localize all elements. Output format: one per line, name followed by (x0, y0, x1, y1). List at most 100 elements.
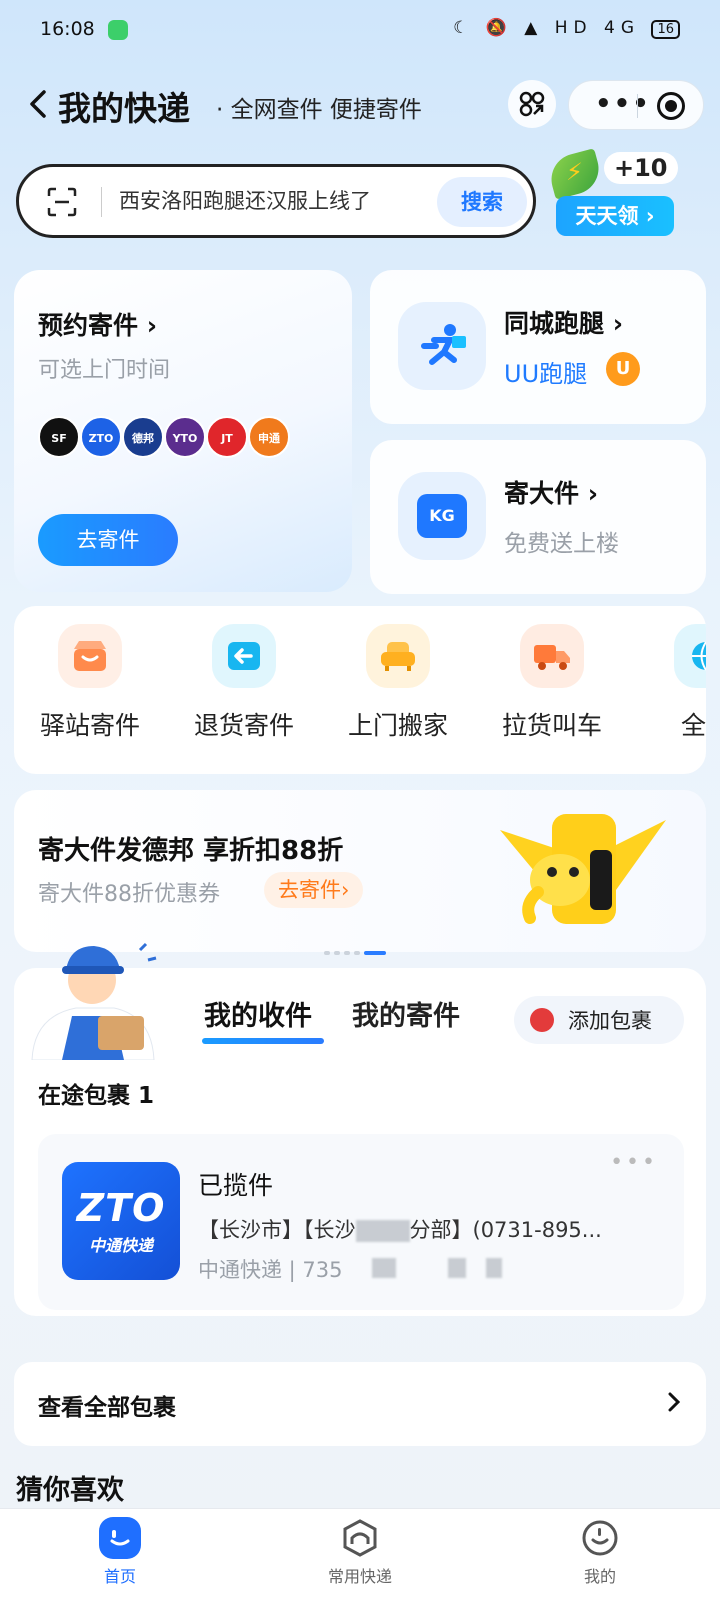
redacted-area (372, 1258, 396, 1278)
package-company: 中通快递 | 735 (198, 1258, 343, 1282)
battery-icon: 16 (651, 20, 680, 39)
book-pickup-card[interactable]: 预约寄件 › 可选上门时间 SF ZTO 德邦 YTO JT 申通 去寄件 (14, 270, 352, 592)
zto-logo-text: ZTO (76, 1186, 166, 1230)
redacted-area (355, 1220, 410, 1242)
bulky-item-card[interactable]: KG 寄大件 › 免费送上楼 (370, 440, 706, 594)
return-icon (212, 624, 276, 688)
search-divider (101, 187, 102, 217)
service-home-moving[interactable]: 上门搬家 (328, 624, 468, 742)
truck-icon (520, 624, 584, 688)
runner-icon (398, 302, 486, 390)
page-subtitle: · 全网查件 便捷寄件 (216, 97, 422, 123)
status-icons-text: ☾ 🔕 ▲ HD 4G (453, 18, 641, 38)
status-bar: 16:08 ☾ 🔕 ▲ HD 4G 16 (0, 0, 720, 64)
nav-label: 首页 (103, 1567, 136, 1586)
nav-frequent-couriers[interactable]: 常用快递 (300, 1517, 420, 1587)
package-item[interactable]: ZTO 中通快递 ••• 已揽件 【长沙市】【长沙 分部】(0731-895...… (38, 1134, 684, 1310)
courier-box-icon (339, 1517, 381, 1559)
daily-reward[interactable]: ⚡ +10 天天领 › (545, 148, 710, 244)
reward-points: +10 (604, 152, 678, 184)
nav-label: 常用快递 (327, 1567, 392, 1586)
back-icon[interactable] (22, 86, 58, 122)
search-button[interactable]: 搜索 (437, 177, 527, 227)
mascot-elephant-icon (500, 814, 666, 924)
globe-icon (674, 624, 706, 688)
carrier-logo-sf: SF (38, 416, 80, 458)
page-title: 我的快递 (58, 89, 190, 128)
bulky-item-subtitle: 免费送上楼 (504, 531, 619, 557)
daily-reward-button[interactable]: 天天领 › (556, 196, 674, 236)
zto-logo-subtext: 中通快递 (88, 1236, 153, 1255)
home-icon (99, 1517, 141, 1559)
nav-label: 我的 (583, 1567, 616, 1586)
recommend-title: 猜你喜欢 (16, 1475, 124, 1506)
status-time: 16:08 (40, 18, 95, 40)
sofa-icon (366, 624, 430, 688)
go-send-button[interactable]: 去寄件 (38, 514, 178, 566)
uu-errand-label: UU跑腿 (504, 360, 588, 388)
package-more-icon[interactable]: ••• (610, 1150, 658, 1175)
book-pickup-title: 预约寄件 › (38, 311, 158, 340)
weight-box-icon: KG (398, 472, 486, 560)
close-miniapp-icon[interactable] (657, 92, 685, 120)
search-bar[interactable]: 西安洛阳跑腿还汉服上线了 搜索 (16, 164, 536, 238)
carrier-logo-deppon: 德邦 (122, 416, 164, 458)
carrier-logo-yto: YTO (164, 416, 206, 458)
view-all-label: 查看全部包裹 (38, 1395, 176, 1421)
carrier-logo-sto: 申通 (248, 416, 290, 458)
nav-home[interactable]: 首页 (60, 1517, 180, 1587)
banner-send-button[interactable]: 去寄件› (264, 872, 364, 908)
scan-icon[interactable] (47, 187, 77, 217)
chat-notification-icon (108, 20, 128, 40)
courier-mascot-icon (31, 942, 157, 1060)
active-tab-indicator (202, 1038, 324, 1044)
lightning-icon: ⚡ (566, 158, 583, 186)
service-shortcuts: 驿站寄件 退货寄件 上门搬家 拉货叫车 全球 (14, 606, 706, 774)
service-label: 上门搬家 (347, 711, 448, 740)
banner-title: 寄大件发德邦 享折扣88折 (38, 836, 344, 866)
package-route: 【长沙市】【长沙 分部】(0731-895... (198, 1214, 668, 1244)
service-global-send[interactable]: 全球 (636, 624, 706, 742)
capsule-divider (637, 94, 638, 118)
store-icon (58, 624, 122, 688)
tab-my-sent[interactable]: 我的寄件 (352, 994, 460, 1033)
page-dot (334, 951, 340, 955)
status-icons: ☾ 🔕 ▲ HD 4G 16 (453, 18, 680, 39)
service-station-send[interactable]: 驿站寄件 (20, 624, 160, 742)
add-package-icon (530, 1008, 554, 1032)
scan-code-icon (519, 91, 545, 117)
page-dot (354, 951, 360, 955)
add-package-label: 添加包裹 (568, 1009, 652, 1033)
profile-icon (579, 1517, 621, 1559)
tab-my-received[interactable]: 我的收件 (204, 994, 312, 1033)
miniapp-capsule: ••• (568, 80, 704, 130)
chevron-right-icon (668, 1392, 681, 1412)
package-route-text: 【长沙市】【长沙 (198, 1218, 356, 1242)
banner-pagination (324, 940, 390, 955)
service-label: 驿站寄件 (39, 711, 140, 740)
book-pickup-subtitle: 可选上门时间 (38, 358, 171, 383)
uu-logo-icon: U (606, 352, 640, 386)
page-dot (344, 951, 350, 955)
kg-label: KG (417, 494, 467, 538)
nav-mine[interactable]: 我的 (540, 1517, 660, 1587)
package-route-tail: 分部】(0731-895... (409, 1218, 602, 1242)
add-package-button[interactable]: 添加包裹 (514, 996, 684, 1044)
scan-code-button[interactable] (508, 80, 556, 128)
city-errand-title: 同城跑腿 › (504, 309, 624, 338)
city-errand-card[interactable]: 同城跑腿 › UU跑腿 U (370, 270, 706, 424)
search-input[interactable]: 西安洛阳跑腿还汉服上线了 (119, 185, 371, 215)
view-all-packages[interactable]: 查看全部包裹 (14, 1362, 706, 1446)
service-return-send[interactable]: 退货寄件 (174, 624, 314, 742)
service-label: 全球 (680, 711, 706, 740)
service-freight-truck[interactable]: 拉货叫车 (482, 624, 622, 742)
page-dot-active (364, 951, 386, 955)
in-transit-title: 在途包裹 1 (38, 1083, 155, 1109)
redacted-area (486, 1258, 502, 1278)
promo-banner[interactable]: 寄大件发德邦 享折扣88折 寄大件88折优惠券 去寄件› (14, 790, 706, 955)
service-label: 退货寄件 (193, 711, 294, 740)
carrier-logo-jt: JT (206, 416, 248, 458)
bottom-navigation: 首页 常用快递 我的 (0, 1508, 720, 1600)
bulky-item-title: 寄大件 › (504, 479, 599, 508)
more-icon[interactable]: ••• (595, 89, 651, 119)
